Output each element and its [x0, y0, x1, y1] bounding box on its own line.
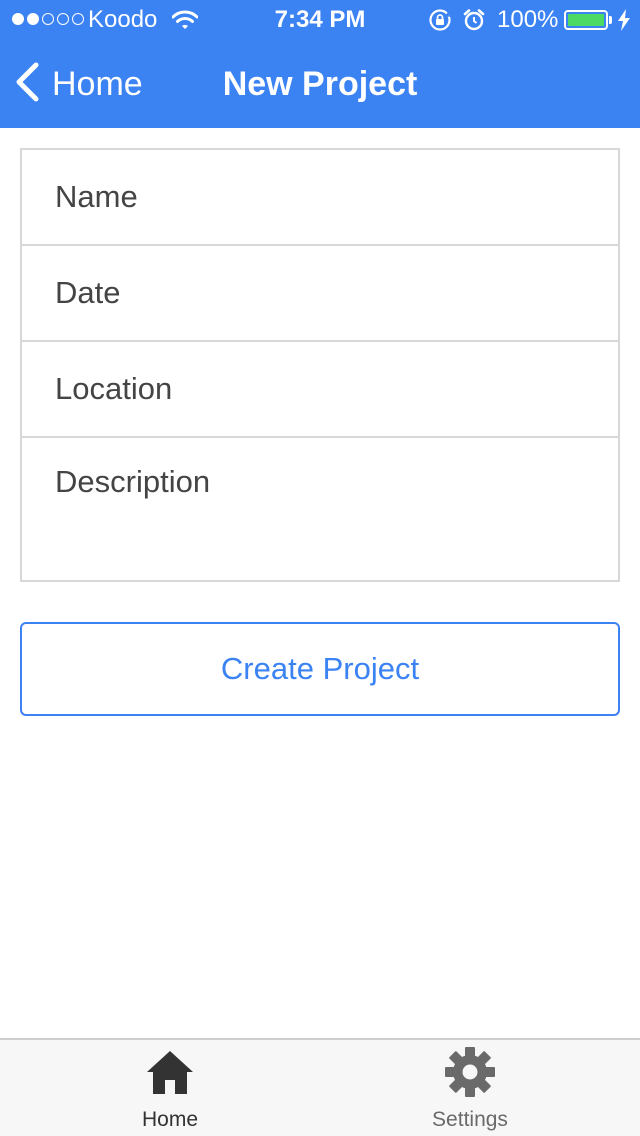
tab-home[interactable]: Home: [70, 1040, 270, 1136]
date-field[interactable]: [22, 246, 618, 340]
battery-percent: 100%: [497, 6, 559, 33]
alarm-icon: [462, 8, 486, 39]
location-field[interactable]: [22, 342, 618, 436]
description-field-row: [22, 438, 618, 580]
location-field-row: [22, 342, 618, 438]
tab-bar: Home Settings: [0, 1038, 640, 1136]
name-field[interactable]: [22, 150, 618, 244]
name-field-row: [22, 150, 618, 246]
new-project-form: [20, 148, 620, 582]
tab-settings-label: Settings: [432, 1108, 508, 1131]
tab-settings[interactable]: Settings: [370, 1040, 570, 1136]
page-title: New Project: [222, 65, 418, 103]
navigation-bar: Home New Project: [0, 40, 640, 128]
create-project-button[interactable]: Create Project: [20, 622, 620, 716]
battery-level-fill: [568, 14, 604, 26]
charging-bolt-icon: [617, 9, 631, 38]
status-bar: Koodo 7:34 PM 100%: [0, 0, 640, 40]
gear-icon: [445, 1047, 495, 1097]
description-field[interactable]: [22, 438, 618, 580]
tab-home-label: Home: [141, 1108, 199, 1131]
battery-tip: [609, 16, 612, 24]
header: Koodo 7:34 PM 100% Home New Project: [0, 0, 640, 128]
date-field-row: [22, 246, 618, 342]
home-icon: [146, 1048, 194, 1096]
screen: Koodo 7:34 PM 100% Home New Project Name…: [0, 0, 640, 1136]
rotation-lock-icon: [428, 8, 452, 39]
battery-icon: [564, 10, 608, 30]
